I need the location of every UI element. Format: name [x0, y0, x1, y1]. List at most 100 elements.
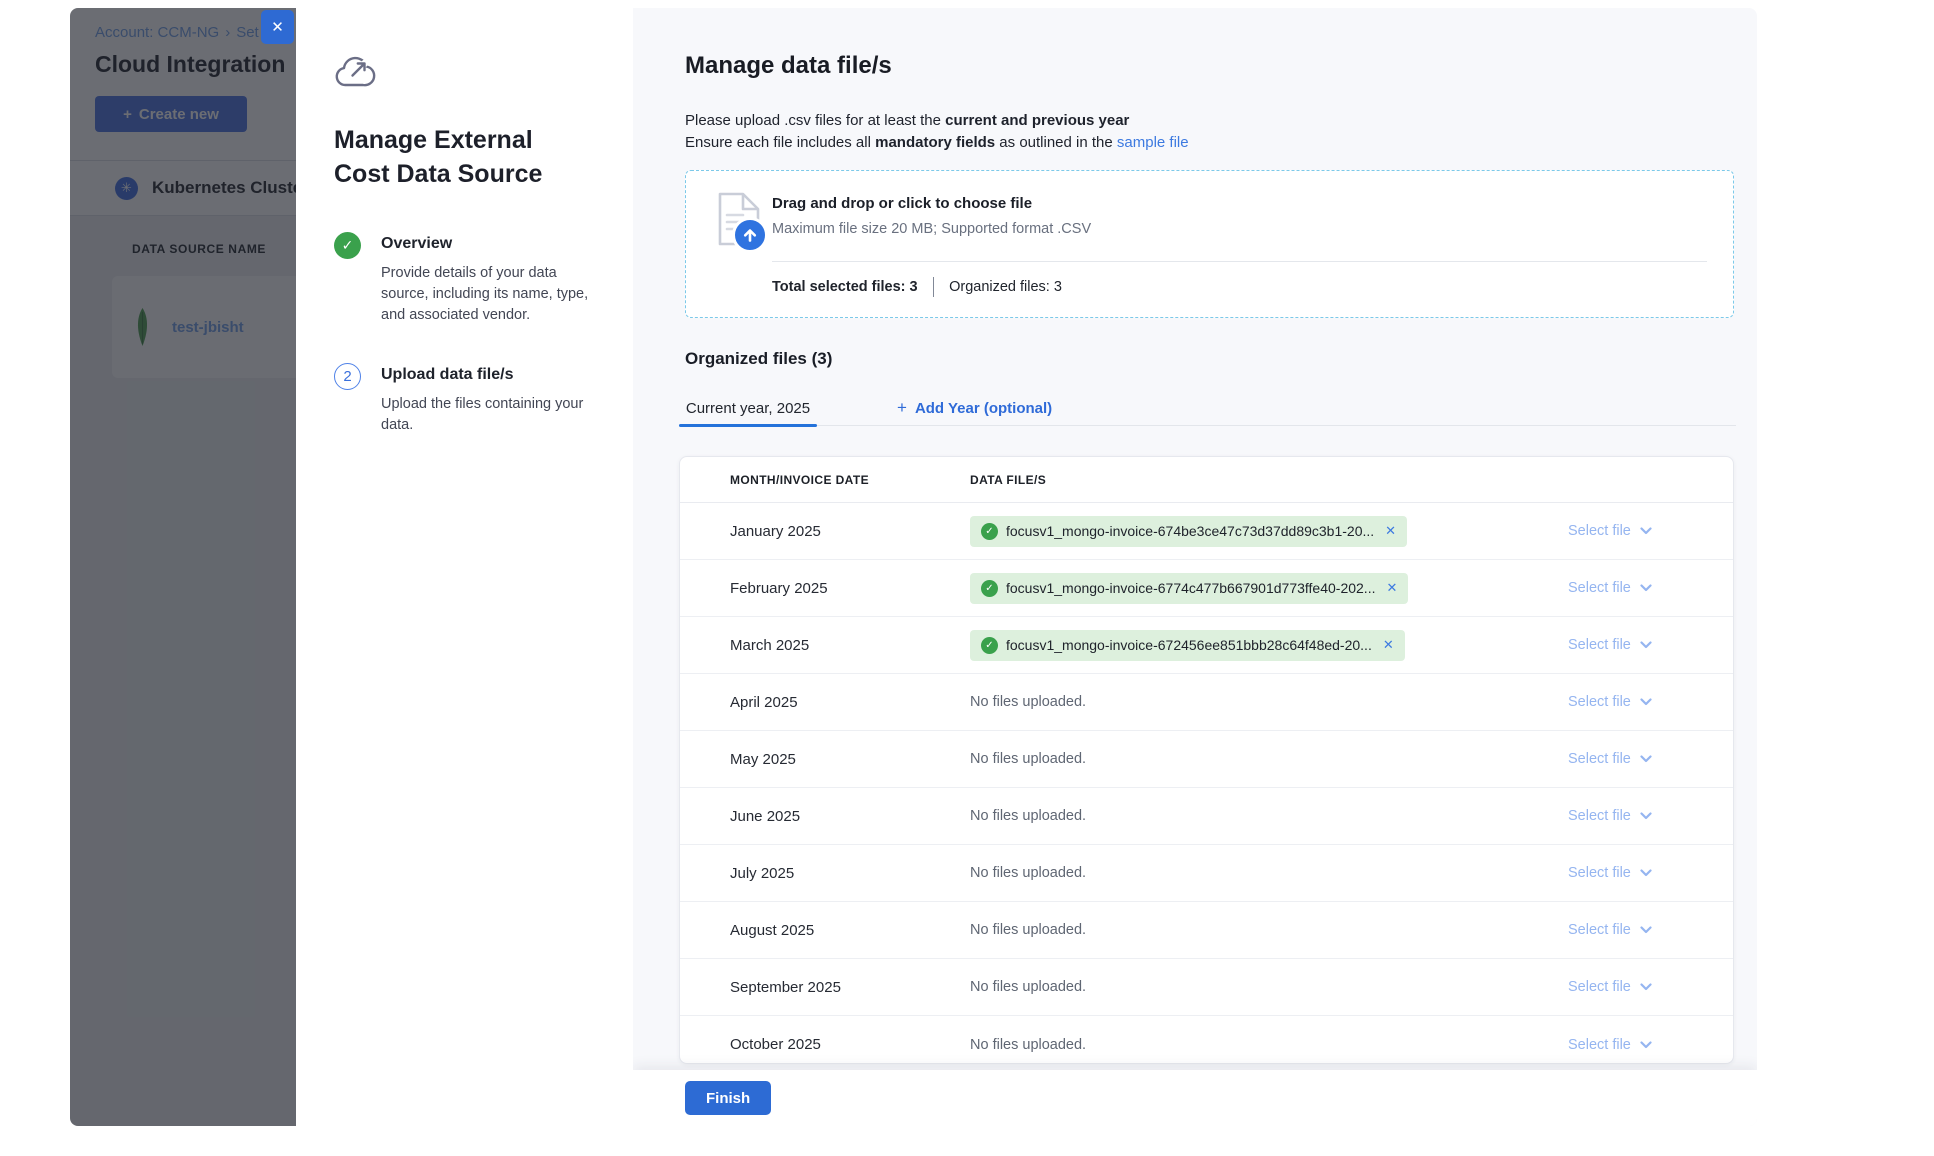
intro-line-2: Ensure each file includes all mandatory …	[685, 132, 1757, 154]
app-window: Account: CCM-NG›Set Cloud Integration +C…	[70, 8, 1757, 1126]
chevron-down-icon	[1640, 812, 1652, 820]
table-row: March 2025 ✓ focusv1_mongo-invoice-67245…	[680, 617, 1733, 674]
file-cell: No files uploaded.	[970, 751, 1568, 767]
step-overview-description: Provide details of your data source, inc…	[381, 263, 595, 326]
dropzone-subtitle: Maximum file size 20 MB; Supported forma…	[772, 221, 1091, 237]
file-chip-name: focusv1_mongo-invoice-672456ee851bbb28c6…	[1006, 637, 1372, 653]
file-dropzone[interactable]: Drag and drop or click to choose file Ma…	[685, 170, 1734, 318]
month-label: May 2025	[680, 751, 970, 768]
select-file-dropdown[interactable]: Select file	[1568, 751, 1733, 767]
select-file-label: Select file	[1568, 637, 1631, 653]
step-complete-check-icon: ✓	[334, 232, 361, 259]
table-row: February 2025 ✓ focusv1_mongo-invoice-67…	[680, 560, 1733, 617]
wizard-footer: Finish	[633, 1070, 1757, 1126]
sample-file-link[interactable]: sample file	[1117, 134, 1189, 151]
select-file-label: Select file	[1568, 580, 1631, 596]
file-chip: ✓ focusv1_mongo-invoice-672456ee851bbb28…	[970, 630, 1405, 661]
file-chip-name: focusv1_mongo-invoice-6774c477b667901d77…	[1006, 580, 1375, 596]
wizard-sidebar: Manage External Cost Data Source ✓ Overv…	[296, 8, 633, 1126]
intro-line-1: Please upload .csv files for at least th…	[685, 110, 1757, 132]
select-file-dropdown[interactable]: Select file	[1568, 979, 1733, 995]
chevron-down-icon	[1640, 869, 1652, 877]
remove-file-button[interactable]: ✕	[1382, 523, 1396, 539]
remove-file-button[interactable]: ✕	[1380, 637, 1394, 653]
table-row: September 2025 No files uploaded. Select…	[680, 959, 1733, 1016]
month-column-header: MONTH/INVOICE DATE	[730, 473, 869, 487]
empty-text: No files uploaded.	[970, 694, 1086, 710]
add-year-button[interactable]: + Add Year (optional)	[897, 391, 1052, 425]
chevron-down-icon	[1640, 755, 1652, 763]
file-check-icon: ✓	[981, 637, 998, 654]
dropzone-title: Drag and drop or click to choose file	[772, 195, 1032, 212]
total-selected-files: Total selected files: 3	[772, 279, 918, 295]
organized-files-count: Organized files: 3	[949, 279, 1062, 295]
select-file-dropdown[interactable]: Select file	[1568, 694, 1733, 710]
empty-text: No files uploaded.	[970, 1037, 1086, 1053]
table-header: MONTH/INVOICE DATE DATA FILE/S	[680, 457, 1733, 503]
empty-text: No files uploaded.	[970, 808, 1086, 824]
step-upload-description: Upload the files containing your data.	[381, 394, 595, 436]
plus-icon: +	[897, 398, 907, 418]
step-upload-label: Upload data file/s	[381, 366, 595, 384]
file-cell: No files uploaded.	[970, 865, 1568, 881]
table-row: August 2025 No files uploaded. Select fi…	[680, 902, 1733, 959]
chevron-down-icon	[1640, 584, 1652, 592]
file-cell: No files uploaded.	[970, 808, 1568, 824]
file-check-icon: ✓	[981, 523, 998, 540]
chevron-down-icon	[1640, 641, 1652, 649]
file-cell: No files uploaded.	[970, 1037, 1568, 1053]
file-check-icon: ✓	[981, 580, 998, 597]
table-row: June 2025 No files uploaded. Select file	[680, 788, 1733, 845]
select-file-dropdown[interactable]: Select file	[1568, 637, 1733, 653]
select-file-label: Select file	[1568, 979, 1631, 995]
file-cell: ✓ focusv1_mongo-invoice-674be3ce47c73d37…	[970, 516, 1568, 547]
dropzone-divider	[772, 261, 1707, 262]
month-label: September 2025	[680, 979, 970, 996]
close-button[interactable]: ✕	[261, 10, 294, 44]
dropzone-totals: Total selected files: 3 Organized files:…	[772, 277, 1062, 297]
data-file-column-header: DATA FILE/S	[970, 473, 1046, 487]
select-file-dropdown[interactable]: Select file	[1568, 523, 1733, 539]
select-file-label: Select file	[1568, 1037, 1631, 1053]
select-file-label: Select file	[1568, 694, 1631, 710]
chevron-down-icon	[1640, 983, 1652, 991]
empty-text: No files uploaded.	[970, 865, 1086, 881]
table-row: January 2025 ✓ focusv1_mongo-invoice-674…	[680, 503, 1733, 560]
add-year-label: Add Year (optional)	[915, 400, 1052, 417]
close-icon: ✕	[271, 18, 284, 36]
select-file-dropdown[interactable]: Select file	[1568, 1037, 1733, 1053]
select-file-label: Select file	[1568, 922, 1631, 938]
upload-arrow-icon	[732, 217, 768, 253]
month-rows: January 2025 ✓ focusv1_mongo-invoice-674…	[680, 503, 1733, 1064]
tab-current-year[interactable]: Current year, 2025	[679, 391, 817, 425]
wizard-drawer: Manage External Cost Data Source ✓ Overv…	[296, 8, 1757, 1126]
remove-file-button[interactable]: ✕	[1383, 580, 1397, 596]
select-file-dropdown[interactable]: Select file	[1568, 580, 1733, 596]
step-upload-data[interactable]: 2 Upload data file/s Upload the files co…	[334, 366, 603, 436]
month-label: August 2025	[680, 922, 970, 939]
finish-button[interactable]: Finish	[685, 1081, 771, 1115]
file-cell: No files uploaded.	[970, 922, 1568, 938]
select-file-dropdown[interactable]: Select file	[1568, 865, 1733, 881]
background-page: Account: CCM-NG›Set Cloud Integration +C…	[70, 8, 296, 1126]
select-file-dropdown[interactable]: Select file	[1568, 922, 1733, 938]
table-row: October 2025 No files uploaded. Select f…	[680, 1016, 1733, 1064]
select-file-label: Select file	[1568, 751, 1631, 767]
month-label: June 2025	[680, 808, 970, 825]
empty-text: No files uploaded.	[970, 922, 1086, 938]
step-number-icon: 2	[334, 363, 361, 390]
chevron-down-icon	[1640, 1041, 1652, 1049]
select-file-label: Select file	[1568, 523, 1631, 539]
select-file-label: Select file	[1568, 865, 1631, 881]
select-file-dropdown[interactable]: Select file	[1568, 808, 1733, 824]
month-label: October 2025	[680, 1036, 970, 1053]
monthly-files-table: MONTH/INVOICE DATE DATA FILE/S January 2…	[679, 456, 1734, 1064]
chevron-down-icon	[1640, 698, 1652, 706]
table-row: July 2025 No files uploaded. Select file	[680, 845, 1733, 902]
organized-files-heading: Organized files (3)	[685, 349, 1757, 369]
intro-text: Please upload .csv files for at least th…	[685, 110, 1757, 154]
file-chip-name: focusv1_mongo-invoice-674be3ce47c73d37dd…	[1006, 523, 1374, 539]
step-overview[interactable]: ✓ Overview Provide details of your data …	[334, 235, 603, 326]
modal-backdrop	[70, 8, 296, 1126]
file-cell: ✓ focusv1_mongo-invoice-6774c477b667901d…	[970, 573, 1568, 604]
